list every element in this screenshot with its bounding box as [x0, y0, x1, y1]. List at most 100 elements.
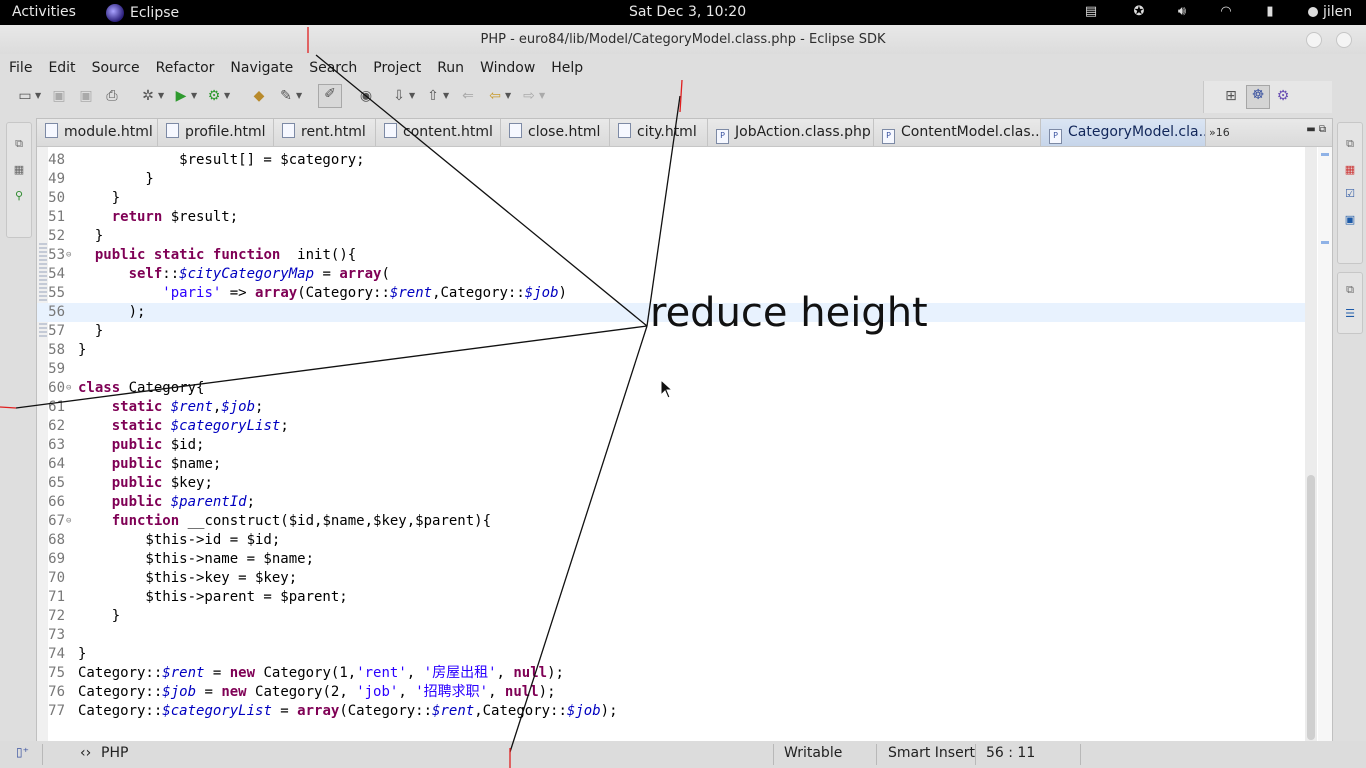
activities-button[interactable]: Activities	[12, 4, 76, 20]
save-icon[interactable]: ▣	[50, 87, 68, 105]
code-line[interactable]: 70 $this->key = $key;	[37, 569, 1307, 588]
accessibility-icon[interactable]: ✪	[1131, 5, 1147, 19]
keyboard-icon[interactable]: ▤	[1083, 5, 1099, 19]
menu-project[interactable]: Project	[365, 60, 429, 76]
overview-ruler[interactable]	[1318, 147, 1332, 745]
search-icon[interactable]: ✎	[277, 87, 295, 105]
tasks-icon[interactable]: ☑	[1343, 187, 1357, 201]
code-line[interactable]: 58}	[37, 341, 1307, 360]
type-hierarchy-icon[interactable]: ⚲	[12, 189, 26, 203]
tab-city-html[interactable]: city.html	[610, 119, 708, 146]
code-line[interactable]: 62 static $categoryList;	[37, 417, 1307, 436]
clock[interactable]: Sat Dec 3, 10:20	[629, 4, 746, 20]
debug-perspective-icon[interactable]: ⚙	[1274, 87, 1292, 105]
restore-icon[interactable]: ⧉	[1343, 137, 1357, 151]
code-line[interactable]: 54 self::$cityCategoryMap = array(	[37, 265, 1307, 284]
menu-run[interactable]: Run	[429, 60, 472, 76]
code-line[interactable]: 71 $this->parent = $parent;	[37, 588, 1307, 607]
code-line[interactable]: 75 Category::$rent = new Category(1,'rent…	[37, 664, 1307, 683]
debug-icon[interactable]: ✲	[139, 87, 157, 105]
menu-search[interactable]: Search	[301, 60, 365, 76]
tab-content-html[interactable]: content.html	[376, 119, 501, 146]
external-tools-icon[interactable]: ⚙	[205, 87, 223, 105]
window-title-bar[interactable]: PHP - euro84/lib/Model/CategoryModel.cla…	[0, 25, 1366, 54]
tab-profile-html[interactable]: profile.html	[158, 119, 274, 146]
minimize-window-button[interactable]	[1306, 32, 1322, 48]
run-icon[interactable]: ▶	[172, 87, 190, 105]
last-edit-icon[interactable]: ⇐	[459, 87, 477, 105]
code-line[interactable]: 61 static $rent,$job;	[37, 398, 1307, 417]
open-perspective-icon[interactable]: ⊞	[1222, 87, 1240, 105]
menu-file[interactable]: File	[1, 60, 40, 76]
code-line[interactable]: 72 }	[37, 607, 1307, 626]
menu-source[interactable]: Source	[84, 60, 148, 76]
code-line[interactable]: 66 public $parentId;	[37, 493, 1307, 512]
print-icon[interactable]: ⎙	[103, 87, 121, 105]
outline-icon[interactable]: ☰	[1343, 307, 1357, 321]
toggle-mark-occurrences-icon[interactable]: ✐	[318, 84, 342, 108]
globe-icon[interactable]: ◉	[357, 87, 375, 105]
overview-marker[interactable]	[1321, 153, 1329, 156]
chevron-down-icon[interactable]: ▼	[505, 91, 511, 100]
new-icon[interactable]: ▭	[16, 87, 34, 105]
fold-toggle-icon[interactable]: ⊖	[66, 512, 71, 531]
code-line[interactable]: 60 ⊖ class Category{	[37, 379, 1307, 398]
console-icon[interactable]: ▣	[1343, 213, 1357, 227]
menu-edit[interactable]: Edit	[40, 60, 83, 76]
chevron-down-icon[interactable]: ▼	[409, 91, 415, 100]
volume-icon[interactable]: 🔊︎	[1174, 5, 1190, 19]
code-line[interactable]: 76 Category::$job = new Category(2, 'job'…	[37, 683, 1307, 702]
overview-marker[interactable]	[1321, 241, 1329, 244]
code-line[interactable]: 51 return $result;	[37, 208, 1307, 227]
code-line[interactable]: 67 ⊖ function __construct($id,$name,$key,…	[37, 512, 1307, 531]
code-editor[interactable]: 48 $result[] = $category; 49 } 50 } 51 retu…	[37, 147, 1332, 745]
restore-icon[interactable]: ⧉	[1343, 283, 1357, 297]
close-window-button[interactable]	[1336, 32, 1352, 48]
vertical-scrollbar[interactable]	[1305, 147, 1317, 745]
code-line[interactable]: 64 public $name;	[37, 455, 1307, 474]
code-line[interactable]: 68 $this->id = $id;	[37, 531, 1307, 550]
code-line[interactable]: 56 );	[37, 303, 1307, 322]
code-line[interactable]: 63 public $id;	[37, 436, 1307, 455]
code-line[interactable]: 59	[37, 360, 1307, 379]
battery-icon[interactable]: ▮	[1262, 5, 1278, 19]
php-explorer-icon[interactable]: ▦	[12, 163, 26, 177]
code-line[interactable]: 69 $this->name = $name;	[37, 550, 1307, 569]
code-line[interactable]: 65 public $key;	[37, 474, 1307, 493]
open-type-icon[interactable]: ◆	[250, 87, 268, 105]
next-annotation-icon[interactable]: ⇩	[390, 87, 408, 105]
menu-refactor[interactable]: Refactor	[148, 60, 223, 76]
chevron-down-icon[interactable]: ▼	[539, 91, 545, 100]
code-line[interactable]: 77 Category::$categoryList = array(Catego…	[37, 702, 1307, 721]
insert-mode-status[interactable]: Smart Insert	[888, 745, 975, 761]
problems-icon[interactable]: ▦	[1343, 163, 1357, 177]
tab-close-html[interactable]: close.html	[501, 119, 610, 146]
menu-navigate[interactable]: Navigate	[222, 60, 301, 76]
tab-rent-html[interactable]: rent.html	[274, 119, 376, 146]
fold-toggle-icon[interactable]: ⊖	[66, 246, 71, 265]
tab-jobaction-class-php[interactable]: P JobAction.class.php	[708, 119, 874, 146]
tab-overflow-button[interactable]: »16	[1209, 119, 1230, 146]
previous-annotation-icon[interactable]: ⇧	[424, 87, 442, 105]
code-line[interactable]: 74}	[37, 645, 1307, 664]
app-menu-eclipse[interactable]: Eclipse	[106, 4, 179, 22]
fold-toggle-icon[interactable]: ⊖	[66, 379, 71, 398]
tab-categorymodel-class-php[interactable]: PCategoryModel.cla...⊠	[1041, 119, 1206, 146]
code-line[interactable]: 49 }	[37, 170, 1307, 189]
user-menu[interactable]: jilen	[1308, 4, 1352, 20]
fast-view-icon[interactable]: ▯⁺	[16, 745, 29, 759]
scroll-thumb[interactable]	[1307, 475, 1315, 740]
code-line[interactable]: 52 }	[37, 227, 1307, 246]
chevron-down-icon[interactable]: ▼	[296, 91, 302, 100]
forward-icon[interactable]: ⇨	[520, 87, 538, 105]
chevron-down-icon[interactable]: ▼	[443, 91, 449, 100]
wifi-icon[interactable]: ◠	[1218, 5, 1234, 19]
back-icon[interactable]: ⇦	[486, 87, 504, 105]
chevron-down-icon[interactable]: ▼	[191, 91, 197, 100]
menu-window[interactable]: Window	[472, 60, 543, 76]
code-line[interactable]: 53 ⊖ public static function init(){	[37, 246, 1307, 265]
save-all-icon[interactable]: ▣	[77, 87, 95, 105]
code-line[interactable]: 55 'paris' => array(Category::$rent,Cate…	[37, 284, 1307, 303]
chevron-down-icon[interactable]: ▼	[158, 91, 164, 100]
minimize-maximize-icon[interactable]: ▬ ⧉	[1306, 124, 1326, 135]
